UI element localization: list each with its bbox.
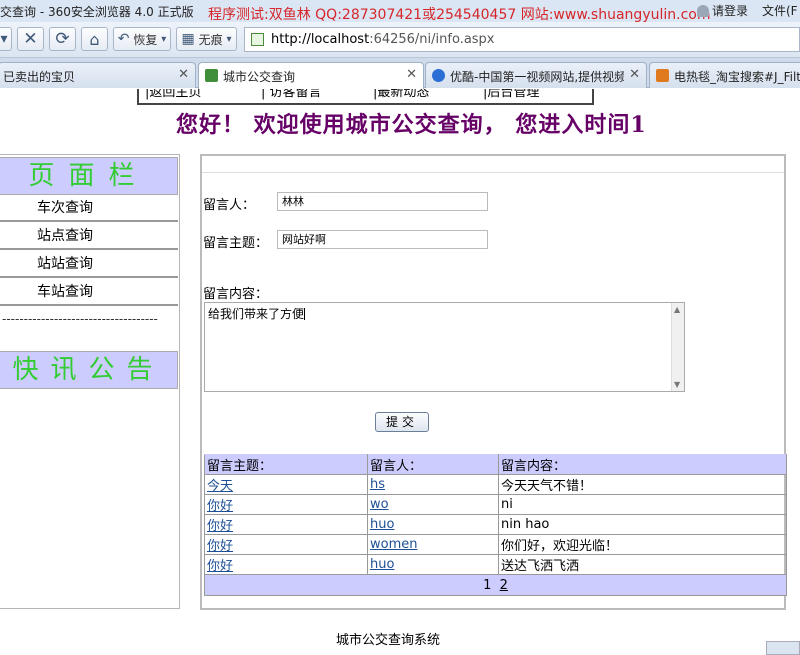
row-author-link[interactable]: hs [370,477,385,492]
row-author-link[interactable]: wo [370,497,389,512]
incognito-icon: ▦ [181,31,195,47]
nav-admin-link[interactable]: |后台管理 [483,89,539,100]
content-label: 留言内容： [203,287,269,302]
pager-next-link[interactable]: 2 [500,578,508,593]
content-textarea[interactable]: 给我们带来了方便 ▲ ▼ [204,302,685,392]
table-row: 你好 wo ni [204,494,787,515]
sidebar-item-stop-search[interactable]: 站点查询 [0,224,178,250]
header-subject: 留言主题： [204,454,368,475]
nav-guestbook-link[interactable]: | 访客留言 [261,89,322,100]
address-bar[interactable]: http://localhost:64256/ni/info.aspx [244,27,800,52]
text-caret [304,308,306,320]
table-row: 你好 women 你们好，欢迎光临！ [204,534,787,555]
youku-icon [432,69,445,82]
row-subject-link[interactable]: 你好 [207,519,233,534]
table-pager: 1 2 [204,574,787,596]
close-icon[interactable]: ✕ [629,67,640,82]
tab-taobao[interactable]: 电热毯_淘宝搜索#J_Filter [649,62,800,88]
divider [202,172,784,173]
refresh-button[interactable]: ⟳ [49,27,76,51]
close-icon[interactable]: ✕ [178,67,189,82]
undo-icon: ↶ [117,31,130,47]
table-row: 今天 hs 今天天气不错！ [204,474,787,495]
row-subject-link[interactable]: 你好 [207,539,233,554]
row-content: ni [498,494,787,515]
close-icon: ✕ [23,29,38,49]
window-title: 交查询 - 360安全浏览器 4.0 正式版 [0,5,194,19]
table-header-row: 留言主题： 留言人： 留言内容： [204,454,787,475]
row-content: nin hao [498,514,787,535]
header-content: 留言内容： [498,454,787,475]
page-icon [205,69,218,82]
status-corner [766,641,800,655]
nav-home-link[interactable]: |返回主页 [145,89,201,100]
tab-bar: 已卖出的宝贝 ✕ 城市公交查询 ✕ 优酷-中国第一视频网站,提供视频... ✕ … [0,58,800,89]
guestbook-panel: 留言人： 林林 留言主题： 网站好啊 留言内容： 给我们带来了方便 ▲ ▼ 提交… [200,154,787,610]
row-content: 送达飞洒飞洒 [498,554,787,575]
tab-youku[interactable]: 优酷-中国第一视频网站,提供视频... ✕ [425,62,647,88]
close-icon[interactable]: ✕ [406,67,417,82]
sidebar-divider: ------------------------------------ [2,312,158,326]
restore-button[interactable]: ↶ 恢复 ▾ [113,27,171,51]
table-row: 你好 huo nin hao [204,514,787,535]
subject-input[interactable]: 网站好啊 [277,230,488,249]
tab-city-bus[interactable]: 城市公交查询 ✕ [198,62,424,89]
chevron-down-icon: ▾ [0,31,8,47]
row-subject-link[interactable]: 今天 [207,479,233,494]
user-icon [697,5,709,17]
row-author-link[interactable]: huo [370,557,394,572]
row-author-link[interactable]: huo [370,517,394,532]
refresh-icon: ⟳ [55,29,70,49]
stop-button[interactable]: ✕ [17,27,44,51]
submit-button[interactable]: 提交 [375,412,429,432]
taobao-icon [656,69,669,82]
scroll-up-icon[interactable]: ▲ [674,305,680,314]
row-content: 今天天气不错！ [498,474,787,495]
sidebar-heading: 页面栏 [0,157,178,195]
chevron-down-icon: ▾ [161,33,167,45]
top-nav: |返回主页 | 访客留言 |最新动态 |后台管理 [137,89,594,105]
message-table: 留言主题： 留言人： 留言内容： 今天 hs 今天天气不错！ 你好 wo ni … [204,454,787,596]
tab-sold-items[interactable]: 已卖出的宝贝 ✕ [0,62,196,88]
author-input[interactable]: 林林 [277,192,488,211]
dropdown-button[interactable]: ▾ [0,27,12,51]
row-subject-link[interactable]: 你好 [207,559,233,574]
browser-toolbar: ▾ ✕ ⟳ ⌂ ↶ 恢复 ▾ ▦ 无痕 ▾ http://localhost:6… [0,22,800,58]
row-content: 你们好，欢迎光临！ [498,534,787,555]
page-footer: 城市公交查询系统 [336,633,441,648]
notice-heading: 快讯公告 [0,351,178,389]
sidebar-item-transfer-search[interactable]: 站站查询 [0,252,178,278]
sidebar-item-route-search[interactable]: 车次查询 [0,196,178,222]
url-path: :64256/ni/info.aspx [369,32,495,47]
header-author: 留言人： [367,454,499,475]
subject-label: 留言主题： [203,236,269,251]
sidebar: 页面栏 车次查询 站点查询 站站查询 车站查询 ----------------… [0,154,180,609]
author-label: 留言人： [203,198,256,213]
nav-news-link[interactable]: |最新动态 [373,89,429,100]
home-icon: ⌂ [89,29,100,49]
file-menu[interactable]: 文件(F [762,2,798,19]
url-host: http://localhost [271,32,370,47]
row-subject-link[interactable]: 你好 [207,499,233,514]
login-link[interactable]: 请登录 [697,2,748,19]
incognito-button[interactable]: ▦ 无痕 ▾ [176,27,237,51]
scroll-down-icon[interactable]: ▼ [674,380,680,389]
page-viewport: |返回主页 | 访客留言 |最新动态 |后台管理 您好！ 欢迎使用城市公交查询，… [0,89,800,655]
welcome-banner: 您好！ 欢迎使用城市公交查询， 您进入时间1 [176,112,647,138]
table-row: 你好 huo 送达飞洒飞洒 [204,554,787,575]
page-icon [251,33,264,46]
window-titlebar: 交查询 - 360安全浏览器 4.0 正式版 程序测试:双鱼林 QQ:28730… [0,0,800,24]
ad-banner[interactable]: 程序测试:双鱼林 QQ:287307421或254540457 网站:www.s… [208,4,710,24]
pager-current: 1 [483,577,492,593]
home-button[interactable]: ⌂ [81,27,108,51]
sidebar-item-station-search[interactable]: 车站查询 [0,280,178,306]
textarea-scrollbar[interactable]: ▲ ▼ [671,303,684,391]
chevron-down-icon: ▾ [226,33,232,45]
row-author-link[interactable]: women [370,537,418,552]
